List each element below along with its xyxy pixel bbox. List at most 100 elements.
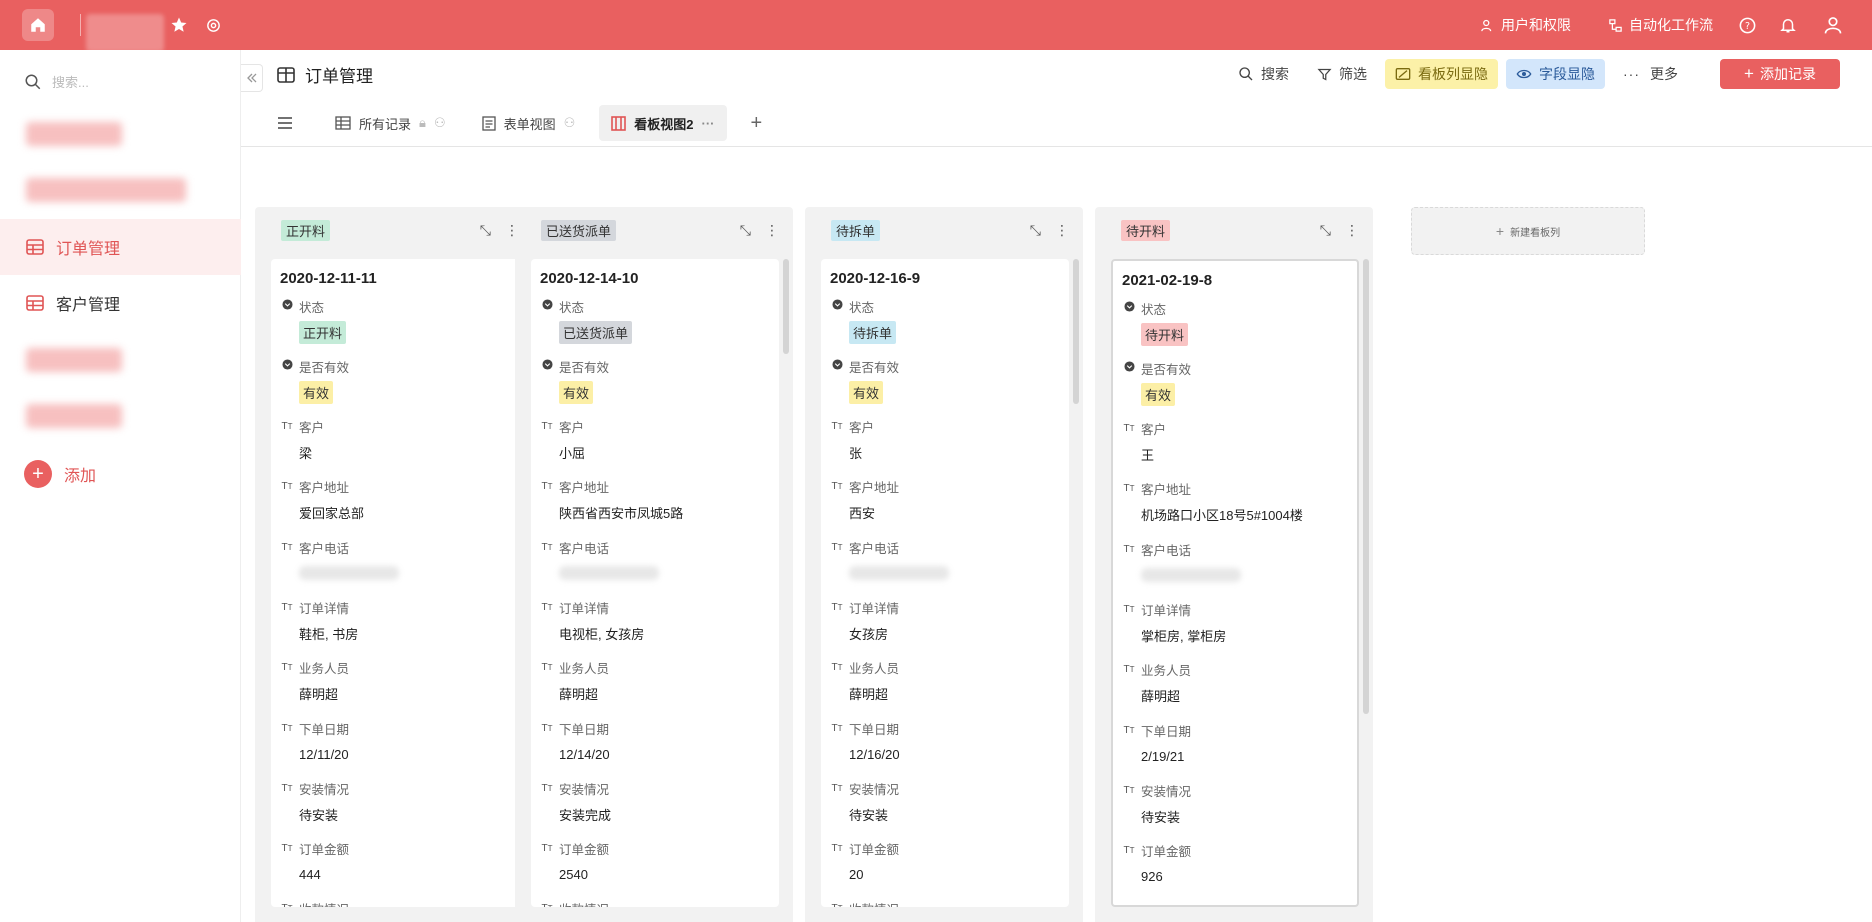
field-value: 鞋柜, 书房 — [299, 626, 359, 642]
field-value-row: 陕西省西安市凤城5路 — [559, 502, 770, 524]
more-vertical-icon[interactable]: ⋮ — [765, 222, 779, 239]
field-label: 客户 — [559, 421, 585, 436]
hidden-sidebar-item[interactable] — [26, 178, 186, 202]
field-label: 下单日期 — [299, 722, 350, 737]
text-type-icon: TT — [1123, 423, 1135, 435]
field-label-row: 状态 — [540, 296, 770, 316]
field-label: 订单金额 — [1141, 845, 1192, 860]
field-value: 薛明超 — [1141, 689, 1181, 705]
field-label-row: TT 订单金额 — [830, 839, 1060, 859]
divider — [80, 14, 81, 36]
hidden-phone — [559, 566, 659, 581]
card-field-phone: TT 客户电话 — [1122, 539, 1348, 599]
add-view-button[interactable]: + — [739, 105, 775, 141]
field-label: 收款情况 — [559, 899, 609, 907]
workflow-icon — [1609, 18, 1622, 32]
hidden-sidebar-item[interactable] — [26, 348, 122, 372]
help-icon[interactable]: ? — [1736, 14, 1758, 36]
filter-button[interactable]: 筛选 — [1307, 59, 1377, 89]
more-vertical-icon[interactable]: ⋮ — [1345, 222, 1359, 239]
column-header[interactable]: 正开料 ⤡ ⋮ — [255, 207, 533, 255]
text-type-icon: TT — [830, 903, 844, 907]
account-icon[interactable] — [1822, 14, 1844, 36]
field-value: 2540 — [559, 867, 588, 883]
field-value-row: 电视柜, 女孩房 — [559, 622, 770, 644]
workspace-name[interactable] — [86, 14, 164, 52]
field-label-row: TT 业务人员 — [540, 658, 770, 678]
tab-all-records[interactable]: 所有记录 🔒︎ ⚇ — [323, 105, 458, 141]
sidebar-add-button[interactable]: + 添加 — [24, 460, 96, 488]
field-value-row: 12/11/20 — [299, 743, 510, 765]
collapse-icon[interactable]: ⤡ — [740, 222, 751, 239]
field-label-row: TT 安装情况 — [1122, 780, 1348, 800]
scrollbar[interactable] — [783, 259, 789, 354]
bell-icon[interactable] — [1777, 14, 1799, 36]
kanban-visibility-button[interactable]: 看板列显隐 — [1385, 59, 1498, 89]
text-type-icon: TT — [831, 662, 843, 674]
field-label: 业务人员 — [849, 662, 900, 677]
field-label: 是否有效 — [559, 360, 610, 375]
field-label-row: 状态 — [830, 296, 1060, 316]
column-header[interactable]: 待拆单 ⤡ ⋮ — [805, 207, 1083, 255]
field-label: 客户 — [849, 421, 875, 436]
field-value-row: 鞋柜, 书房 — [299, 622, 510, 644]
field-label-row: 是否有效 — [280, 356, 510, 376]
more-vertical-icon[interactable]: ⋮ — [1055, 222, 1069, 239]
collapse-icon[interactable]: ⤡ — [1030, 222, 1041, 239]
status-badge: 待开料 — [1141, 322, 1189, 346]
settings-icon[interactable] — [202, 14, 224, 36]
text-type-icon: TT — [281, 421, 293, 433]
kanban-card[interactable]: 2020-12-16-9 状态 待拆单 是否有效 有效 TT 客户 张 TT 客户地址 西… — [821, 259, 1069, 907]
status-icon — [280, 299, 294, 313]
field-label-row: TT 业务人员 — [1122, 660, 1348, 680]
view-tabs: 所有记录 🔒︎ ⚇ 表单视图 ⚇ 看板视图2 ··· + — [271, 104, 786, 142]
field-label: 安装情况 — [559, 782, 610, 797]
column-header[interactable]: 待开料 ⤡ ⋮ — [1095, 207, 1373, 255]
card-field-customer: TT 客户 小屈 — [540, 417, 770, 477]
hidden-columns-icon — [1395, 68, 1411, 80]
field-visibility-button[interactable]: 字段显隐 — [1506, 59, 1605, 89]
tab-kanban-view-2[interactable]: 看板视图2 ··· — [599, 105, 727, 141]
field-label: 安装情况 — [299, 782, 350, 797]
search-button[interactable]: 搜索 — [1228, 59, 1299, 89]
sidebar-item-customers[interactable]: 客户管理 — [0, 275, 241, 331]
search-placeholder: 搜索... — [52, 75, 89, 90]
status-icon — [540, 359, 554, 373]
hidden-phone — [849, 566, 949, 581]
more-dots-icon[interactable]: ··· — [702, 116, 715, 131]
automation-link[interactable]: 自动化工作流 — [1608, 0, 1713, 50]
field-value: 机场路口小区18号5#1004楼 — [1141, 508, 1303, 524]
field-label-row: TT 下单日期 — [830, 718, 1060, 738]
field-value-row: 20 — [849, 864, 1060, 886]
kanban-card[interactable]: 2020-12-11-11 状态 正开料 是否有效 有效 TT 客户 梁 TT 客户地址 … — [271, 259, 519, 907]
home-button[interactable] — [22, 9, 54, 41]
field-value-row: 已送货派单 — [559, 320, 770, 344]
collapse-icon[interactable]: ⤡ — [1320, 222, 1331, 239]
star-icon[interactable] — [168, 14, 190, 36]
column-header[interactable]: 已送货派单 ⤡ ⋮ — [515, 207, 793, 255]
tab-form-view[interactable]: 表单视图 ⚇ — [470, 105, 588, 141]
users-permissions-link[interactable]: 用户和权限 — [1480, 0, 1571, 50]
card-field-sales: TT 业务人员 薛明超 — [280, 658, 510, 718]
kanban-card[interactable]: 2020-12-14-10 状态 已送货派单 是否有效 有效 TT 客户 小屈 TT 客户… — [531, 259, 779, 907]
add-record-button[interactable]: + 添加记录 — [1720, 59, 1840, 89]
field-value: 女孩房 — [849, 626, 889, 642]
field-label: 客户 — [299, 421, 325, 436]
collapse-icon[interactable]: ⤡ — [480, 222, 491, 239]
hidden-sidebar-item[interactable] — [26, 404, 122, 428]
kanban-card[interactable]: 2021-02-19-8 状态 待开料 是否有效 有效 TT 客户 王 TT 客户地址 机… — [1111, 259, 1359, 907]
field-label: 下单日期 — [559, 722, 610, 737]
card-title: 2020-12-14-10 — [540, 270, 639, 287]
more-button[interactable]: ··· 更多 — [1613, 59, 1688, 89]
views-menu-button[interactable] — [271, 105, 307, 141]
scrollbar[interactable] — [1363, 259, 1369, 714]
tab-label: 表单视图 — [503, 116, 556, 132]
column-actions: ⤡ ⋮ — [1306, 222, 1359, 239]
status-icon — [830, 359, 844, 373]
new-column-button[interactable]: + 新建看板列 — [1411, 207, 1645, 255]
scrollbar[interactable] — [1073, 259, 1079, 404]
field-label-row: TT 订单金额 — [1122, 841, 1348, 861]
sidebar-search[interactable]: 搜索... — [24, 72, 89, 91]
sidebar-item-orders[interactable]: 订单管理 — [0, 219, 241, 275]
hidden-sidebar-item[interactable] — [26, 122, 122, 146]
